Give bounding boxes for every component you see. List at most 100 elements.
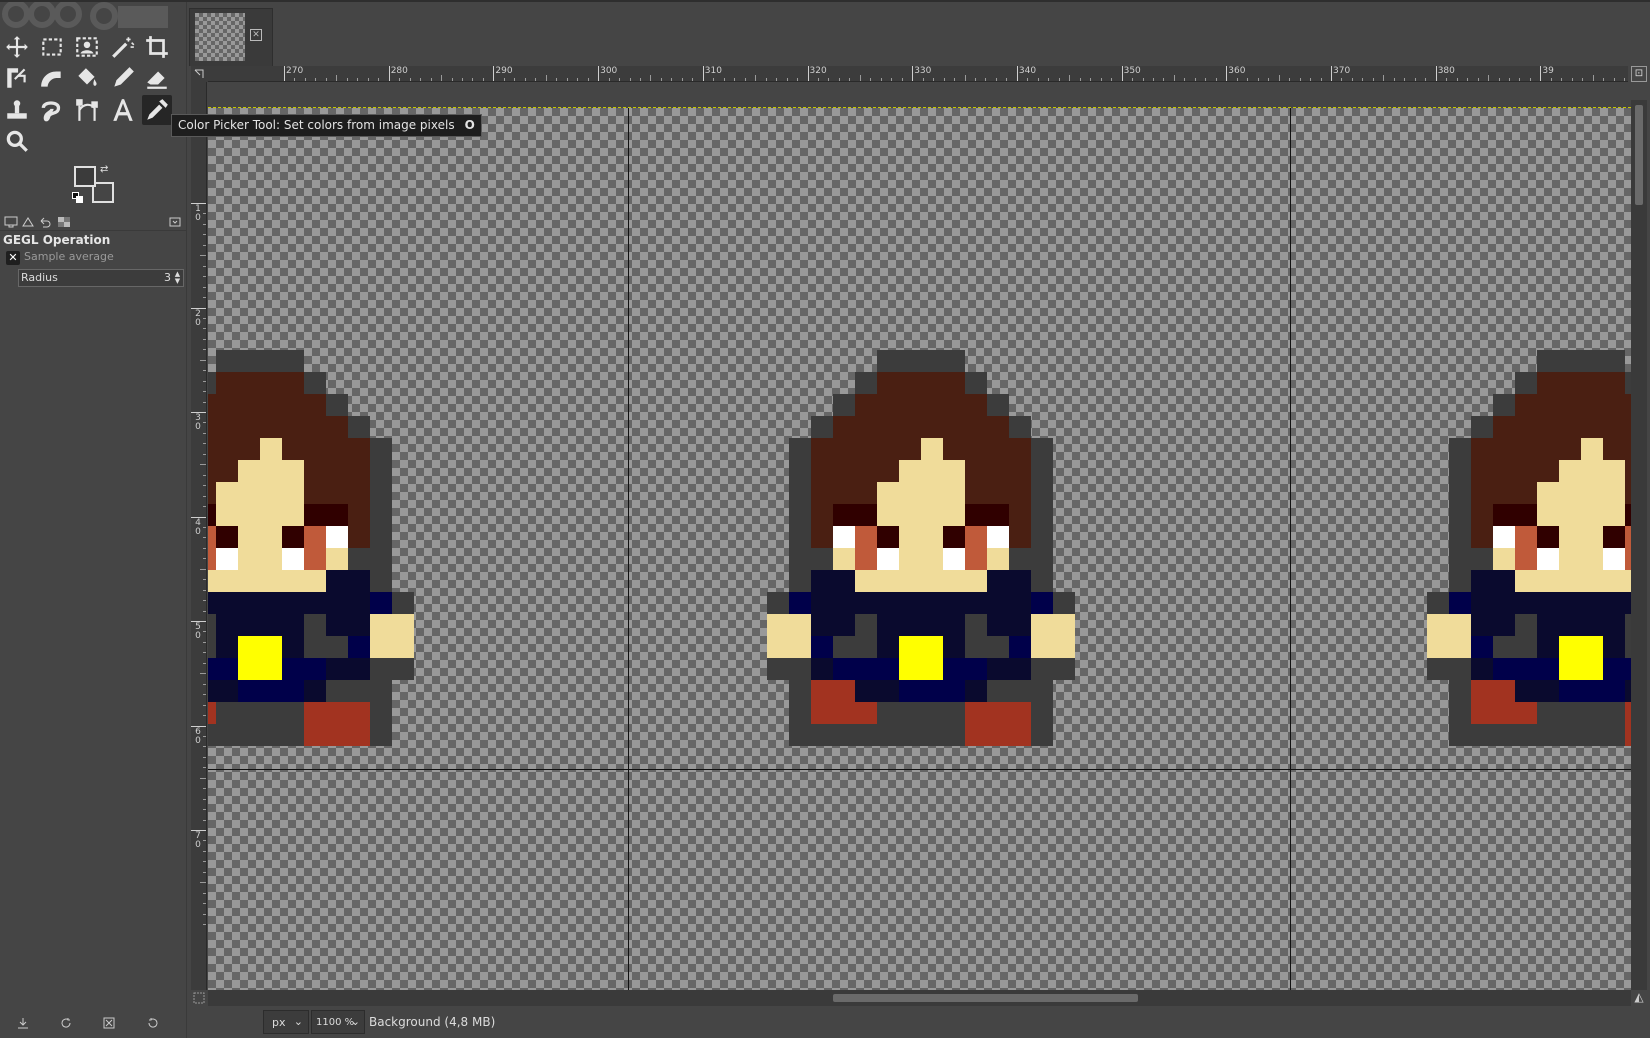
warp-transform-button[interactable] xyxy=(37,63,67,93)
close-image-tab-icon[interactable]: ✕ xyxy=(250,29,262,41)
radius-spin-arrows-icon[interactable]: ▲ ▼ xyxy=(173,271,182,285)
foreground-select-button[interactable] xyxy=(72,32,102,62)
radius-label: Radius xyxy=(21,271,58,284)
ruler-minor-tick xyxy=(203,286,206,288)
zoom-select[interactable]: 1100 % ⌄ xyxy=(311,1010,365,1034)
pencil-button[interactable] xyxy=(108,63,138,93)
move-tool-button[interactable] xyxy=(2,32,32,62)
zoom-button[interactable] xyxy=(2,126,32,156)
ruler-minor-tick xyxy=(1257,78,1259,81)
ruler-minor-tick xyxy=(441,75,443,81)
text-tool-button[interactable] xyxy=(108,95,138,125)
crop-button[interactable] xyxy=(142,32,172,62)
ruler-label: 20 xyxy=(194,309,202,328)
ruler-label: 350 xyxy=(1123,66,1141,76)
reset-options-button[interactable] xyxy=(144,1014,162,1032)
radius-value: 3 xyxy=(164,271,171,284)
radius-spinscale[interactable]: Radius 3 ▲ ▼ xyxy=(18,269,184,287)
ruler-minor-tick xyxy=(1278,75,1280,81)
ruler-minor-tick xyxy=(1310,78,1312,81)
horizontal-scrollbar[interactable] xyxy=(208,990,1631,1006)
ruler-major-tick xyxy=(807,66,809,81)
ruler-label: 40 xyxy=(194,518,202,537)
delete-options-button[interactable] xyxy=(100,1014,118,1032)
ruler-minor-tick xyxy=(203,600,206,602)
vertical-ruler[interactable]: 10 20 30 40 50 60 70 xyxy=(191,82,207,990)
rect-select-button[interactable] xyxy=(37,32,67,62)
ruler-minor-tick xyxy=(203,223,206,225)
tab-undo-history[interactable] xyxy=(37,215,53,229)
navigate-corner-icon[interactable]: ◭ xyxy=(1631,990,1647,1006)
ruler-label: 330 xyxy=(914,66,932,76)
smudge-icon xyxy=(41,101,61,122)
sample-average-checkbox[interactable]: ✕ xyxy=(6,251,20,265)
foreground-color-swatch[interactable] xyxy=(74,166,96,187)
swap-colors-icon[interactable]: ⇄ xyxy=(100,164,108,175)
ruler-minor-tick xyxy=(203,819,206,821)
image-thumbnail[interactable] xyxy=(195,13,245,61)
chevron-down-icon: ⌄ xyxy=(293,1015,303,1028)
guide-horizontal[interactable] xyxy=(208,769,1631,770)
ruler-minor-tick xyxy=(1603,78,1605,81)
sample-average-option[interactable]: ✕ Sample average xyxy=(3,250,183,266)
bucket-fill-button[interactable] xyxy=(72,63,102,93)
ruler-minor-tick xyxy=(1550,78,1552,81)
unified-transform-button[interactable] xyxy=(2,63,32,93)
unit-select[interactable]: px ⌄ xyxy=(263,1010,309,1034)
ruler-minor-tick xyxy=(203,861,206,863)
ruler-label: 310 xyxy=(704,66,722,76)
ruler-minor-tick xyxy=(681,78,683,81)
ruler-corner[interactable] xyxy=(191,66,208,82)
paths-button[interactable] xyxy=(72,95,102,125)
ruler-minor-tick xyxy=(203,244,206,246)
vertical-scroll-thumb[interactable] xyxy=(1635,105,1643,205)
horizontal-ruler[interactable]: 270 280 290 300 310 320 330 340 350 360 370 380 39 xyxy=(208,66,1628,82)
ruler-minor-tick xyxy=(1247,78,1249,81)
default-colors-icon[interactable] xyxy=(72,192,83,203)
ruler-minor-tick xyxy=(203,380,206,382)
vertical-scrollbar[interactable] xyxy=(1631,100,1647,990)
tab-images[interactable] xyxy=(56,215,72,229)
ruler-minor-tick xyxy=(891,78,893,81)
ruler-minor-tick xyxy=(315,78,317,81)
ruler-minor-tick xyxy=(420,78,422,81)
horizontal-scroll-thumb[interactable] xyxy=(833,994,1138,1002)
image-canvas[interactable] xyxy=(208,108,1631,990)
ruler-minor-tick xyxy=(1289,78,1291,81)
smudge-button[interactable] xyxy=(37,95,67,125)
ruler-minor-tick xyxy=(1383,75,1385,81)
guide-vertical[interactable] xyxy=(1290,108,1291,990)
ruler-minor-tick xyxy=(797,78,799,81)
ruler-label-digit: 0 xyxy=(195,213,201,223)
ruler-label: 370 xyxy=(1333,66,1351,76)
sprite-frame-left xyxy=(208,350,414,746)
ruler-minor-tick xyxy=(1362,78,1364,81)
ruler-minor-tick xyxy=(922,78,924,81)
tab-device-status[interactable] xyxy=(20,215,36,229)
restore-icon xyxy=(61,1018,71,1028)
color-picker-button[interactable] xyxy=(142,95,172,125)
ruler-minor-tick xyxy=(203,756,206,758)
tab-tool-options[interactable] xyxy=(3,215,19,229)
guide-vertical[interactable] xyxy=(628,108,629,990)
ruler-minor-tick xyxy=(566,78,568,81)
pencil-icon xyxy=(114,67,134,87)
ruler-minor-tick xyxy=(1205,78,1207,81)
ruler-minor-tick xyxy=(203,422,206,424)
quick-mask-toggle[interactable] xyxy=(191,990,207,1006)
ruler-minor-tick xyxy=(1571,78,1573,81)
ruler-minor-tick xyxy=(1393,78,1395,81)
clone-button[interactable] xyxy=(2,95,32,125)
ruler-minor-tick xyxy=(357,78,359,81)
image-tab[interactable]: ✕ xyxy=(189,8,273,66)
navigate-icon[interactable]: ⊡ xyxy=(1631,66,1647,82)
fuzzy-select-button[interactable] xyxy=(108,32,138,62)
rect-select-icon xyxy=(42,38,62,56)
ruler-minor-tick xyxy=(203,850,206,852)
dock-menu-icon xyxy=(169,217,181,227)
ruler-minor-tick xyxy=(1498,78,1500,81)
save-options-button[interactable] xyxy=(14,1014,32,1032)
dock-menu-button[interactable] xyxy=(167,215,183,229)
eraser-button[interactable] xyxy=(142,63,172,93)
restore-options-button[interactable] xyxy=(57,1014,75,1032)
